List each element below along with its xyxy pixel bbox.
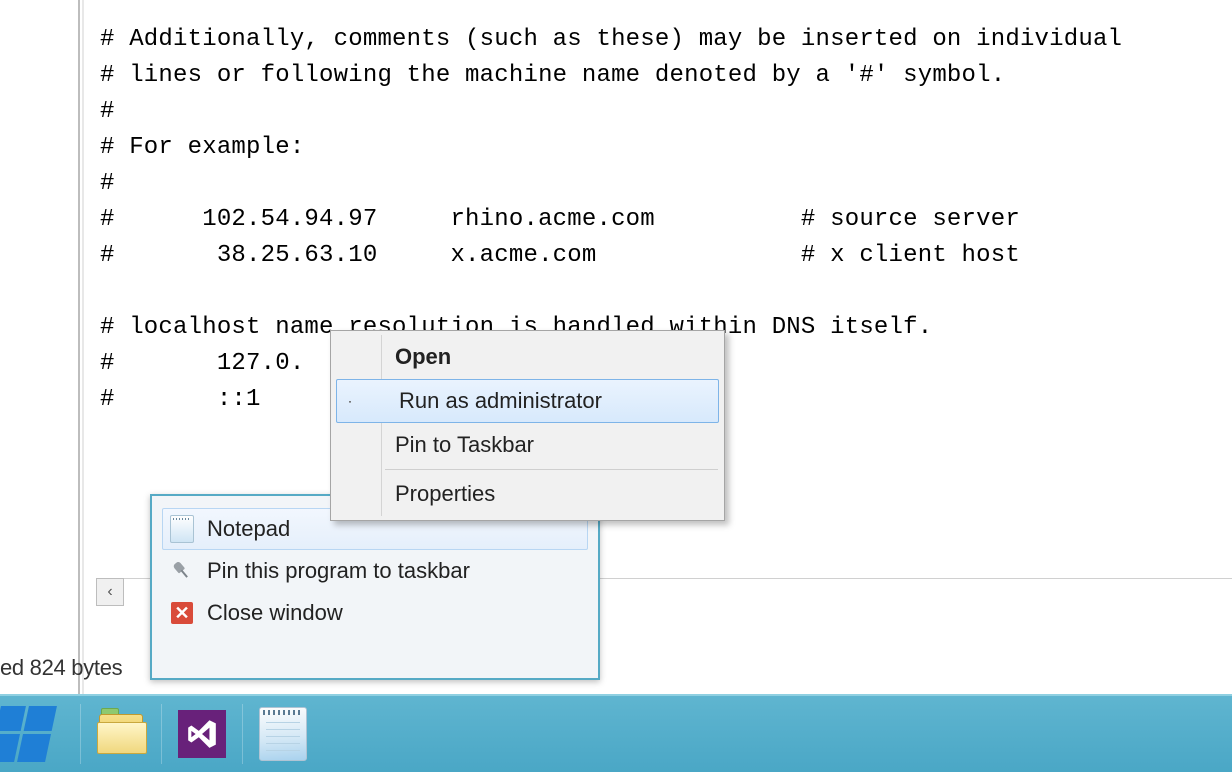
context-menu-pin-label: Pin to Taskbar: [395, 432, 534, 458]
jumplist-popup: Notepad Pin this program to taskbar ✕ Cl…: [150, 494, 600, 680]
visual-studio-icon: [178, 710, 226, 758]
jumplist-close-label: Close window: [207, 600, 343, 626]
scroll-left-button[interactable]: ‹: [96, 578, 124, 606]
context-menu: Open Run as administrator Pin to Taskbar…: [330, 330, 725, 521]
start-button[interactable]: [0, 696, 80, 772]
taskbar: [0, 694, 1232, 772]
jumplist-pin-label: Pin this program to taskbar: [207, 558, 470, 584]
context-menu-run-admin-label: Run as administrator: [399, 388, 602, 414]
jumplist-app-label: Notepad: [207, 516, 290, 542]
context-menu-open-label: Open: [395, 344, 451, 370]
file-explorer-icon: [97, 714, 145, 754]
pin-icon: [168, 557, 196, 585]
context-menu-run-as-admin[interactable]: Run as administrator: [336, 379, 719, 423]
notepad-icon: [170, 515, 194, 543]
context-menu-pin-taskbar[interactable]: Pin to Taskbar: [333, 423, 722, 467]
taskbar-file-explorer[interactable]: [81, 696, 161, 772]
context-menu-separator: [385, 469, 718, 470]
close-icon: ✕: [171, 602, 193, 624]
windows-logo-icon: [0, 706, 57, 762]
jumplist-close-item[interactable]: ✕ Close window: [162, 592, 588, 634]
status-bar-text: ed 824 bytes: [0, 655, 122, 681]
jumplist-pin-item[interactable]: Pin this program to taskbar: [162, 550, 588, 592]
context-menu-open[interactable]: Open: [333, 335, 722, 379]
taskbar-visual-studio[interactable]: [162, 696, 242, 772]
taskbar-notepad[interactable]: [243, 696, 323, 772]
context-menu-properties-label: Properties: [395, 481, 495, 507]
context-menu-properties[interactable]: Properties: [333, 472, 722, 516]
notepad-icon: [259, 707, 307, 761]
